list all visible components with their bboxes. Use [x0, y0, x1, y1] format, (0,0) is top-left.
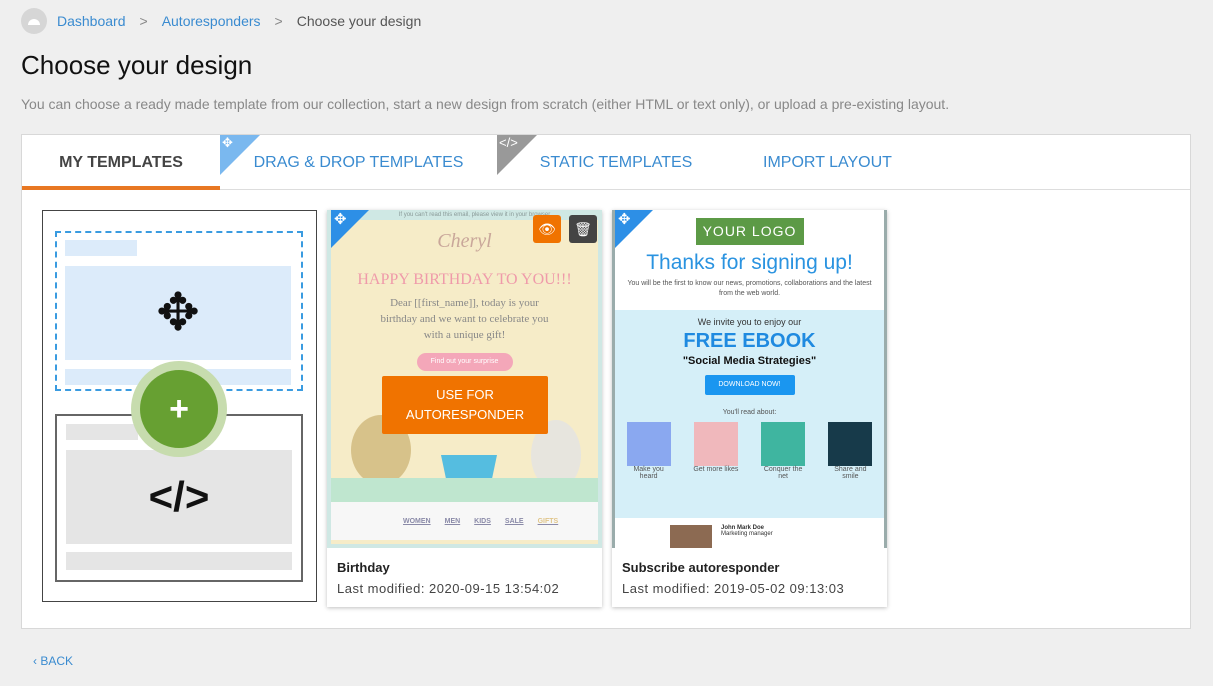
tab-bar: MY TEMPLATES ✥ DRAG & DROP TEMPLATES </> S… [22, 135, 1190, 190]
code-icon: </> [497, 135, 537, 175]
tab-label: IMPORT LAYOUT [763, 153, 892, 171]
preview-book: "Social Media Strategies" [682, 355, 817, 367]
tab-import-layout[interactable]: IMPORT LAYOUT [735, 135, 920, 190]
templates-panel: MY TEMPLATES ✥ DRAG & DROP TEMPLATES </> S… [21, 134, 1191, 629]
preview-nav: WOMEN MEN KIDS SALE GIFTS [331, 502, 598, 540]
plus-icon: + [140, 370, 218, 448]
template-card-subscribe[interactable]: ✥ YOUR LOGO Thanks for signing up! You w… [612, 210, 887, 607]
preview-logo: YOUR LOGO [695, 218, 804, 245]
preview-headline: HAPPY BIRTHDAY TO YOU!!! [357, 271, 572, 288]
move-icon: ✥ [331, 210, 369, 248]
tab-label: MY TEMPLATES [59, 153, 183, 171]
preview-offer: FREE EBOOK [683, 330, 816, 352]
page-description: You can choose a ready made template fro… [21, 96, 950, 112]
preview-cta: DOWNLOAD NOW! [704, 375, 795, 395]
tab-label: DRAG & DROP TEMPLATES [253, 153, 464, 171]
use-for-autoresponder-button[interactable]: USE FOR AUTORESPONDER [382, 376, 548, 434]
template-modified: Last modified: 2020-09-15 13:54:02 [337, 581, 560, 596]
preview-button[interactable]: 👁 [533, 215, 561, 243]
back-link[interactable]: ‹ BACK [33, 654, 73, 668]
tab-my-templates[interactable]: MY TEMPLATES [22, 135, 220, 190]
trash-icon: 🗑 [574, 220, 592, 237]
template-info: Subscribe autoresponder Last modified: 2… [612, 548, 887, 607]
preview-read: You'll read about: [722, 409, 777, 416]
breadcrumb-current: Choose your design [296, 13, 422, 29]
chevron-right-icon: > [274, 13, 283, 29]
eye-icon: 👁 [538, 220, 556, 237]
template-modified: Last modified: 2019-05-02 09:13:03 [622, 581, 845, 596]
preview-sub: You will be the first to know our news, … [627, 280, 872, 297]
page-title: Choose your design [21, 50, 253, 80]
template-preview[interactable]: ✥ YOUR LOGO Thanks for signing up! You w… [612, 210, 887, 548]
breadcrumb-dashboard[interactable]: Dashboard [57, 13, 126, 29]
tab-label: STATIC TEMPLATES [539, 153, 693, 171]
preview-cta: Find out your surprise [416, 353, 513, 371]
preview-invite: We invite you to enjoy our [697, 317, 802, 327]
template-name: Birthday [337, 560, 390, 575]
breadcrumb-autoresponders[interactable]: Autoresponders [162, 13, 261, 29]
template-card-birthday[interactable]: ✥ If you can't read this email, please v… [327, 210, 602, 607]
breadcrumb: Dashboard > Autoresponders > Choose your… [21, 8, 421, 34]
move-icon: ✥ [65, 266, 291, 360]
delete-button[interactable]: 🗑 [569, 215, 597, 243]
move-icon: ✥ [220, 135, 260, 175]
chevron-right-icon: > [139, 13, 148, 29]
add-design-button[interactable]: + [131, 361, 227, 457]
preview-body: Dear [[first_name]], today is your birth… [380, 297, 549, 341]
template-info: Birthday Last modified: 2020-09-15 13:54… [327, 548, 602, 607]
preview-headline: Thanks for signing up! [646, 251, 853, 274]
new-design-card[interactable]: ✥ </> + [42, 210, 317, 602]
template-name: Subscribe autoresponder [622, 560, 780, 575]
tab-drag-drop-templates[interactable]: ✥ DRAG & DROP TEMPLATES [220, 135, 497, 190]
move-icon: ✥ [615, 210, 653, 248]
tab-static-templates[interactable]: </> STATIC TEMPLATES [497, 135, 735, 190]
code-icon: </> [66, 450, 292, 544]
dashboard-icon[interactable] [21, 8, 47, 34]
